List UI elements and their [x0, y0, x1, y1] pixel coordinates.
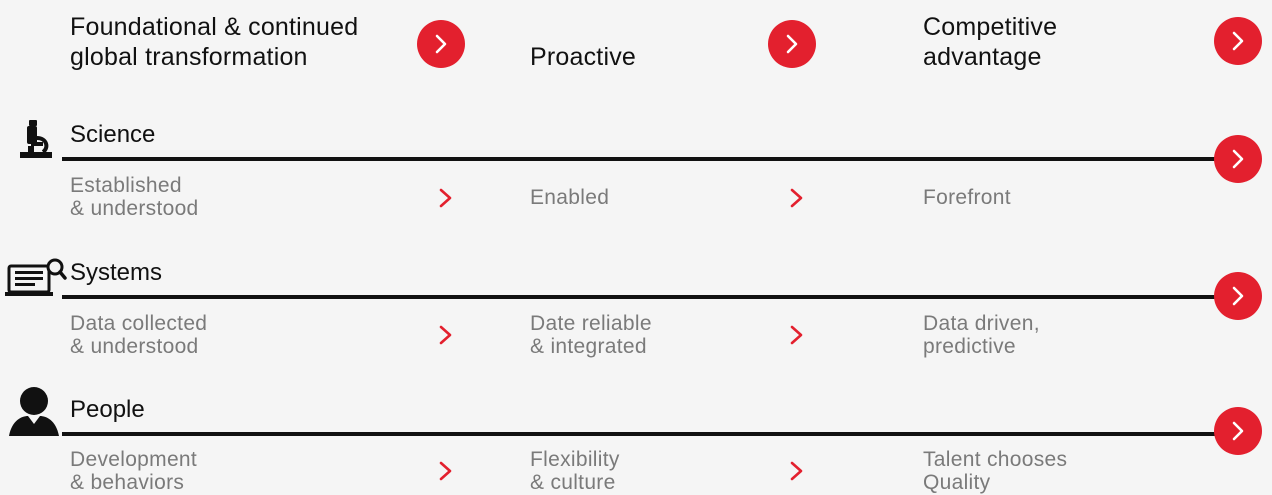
chevron-right-icon — [1232, 421, 1244, 441]
item-line: & understood — [70, 335, 199, 358]
item-line: Quality — [923, 471, 991, 494]
next-stage-button[interactable] — [768, 20, 816, 68]
chevron-right-icon — [1232, 31, 1244, 51]
next-stage-button[interactable] — [1214, 272, 1262, 320]
next-stage-button[interactable] — [1214, 407, 1262, 455]
chevron-right-icon — [790, 188, 803, 208]
science-stage-1: Established & understood — [70, 174, 199, 220]
people-stage-2: Flexibility & culture — [530, 448, 620, 494]
people-stage-1: Development & behaviors — [70, 448, 197, 494]
item-line: predictive — [923, 335, 1016, 358]
divider — [62, 295, 1220, 299]
item-line: & culture — [530, 471, 616, 494]
divider — [62, 432, 1220, 436]
stage-title-proactive: Proactive — [530, 42, 636, 72]
item-line: Date reliable — [530, 312, 652, 335]
next-stage-button[interactable] — [1214, 17, 1262, 65]
item-line: Forefront — [923, 186, 1011, 209]
chevron-right-icon — [786, 34, 798, 54]
stage-title-competitive: Competitive advantage — [923, 12, 1057, 72]
chevron-right-icon — [439, 188, 452, 208]
science-stage-2: Enabled — [530, 186, 609, 209]
category-label-people: People — [70, 396, 145, 423]
chevron-right-icon — [1232, 149, 1244, 169]
item-line: & integrated — [530, 335, 647, 358]
chevron-right-icon — [790, 461, 803, 481]
item-line: & understood — [70, 197, 199, 220]
divider — [62, 157, 1220, 161]
chevron-right-icon — [439, 461, 452, 481]
item-line: Development — [70, 448, 198, 471]
item-line: & behaviors — [70, 471, 185, 494]
item-line: Data driven, — [923, 312, 1040, 335]
stage-title-line: Competitive — [923, 13, 1058, 41]
stage-title-line: Proactive — [530, 43, 637, 71]
item-line: Flexibility — [530, 448, 620, 471]
stage-title-foundational: Foundational & continued global transfor… — [70, 12, 358, 72]
person-icon — [8, 386, 60, 436]
next-stage-button[interactable] — [417, 20, 465, 68]
systems-stage-1: Data collected & understood — [70, 312, 207, 358]
science-stage-3: Forefront — [923, 186, 1011, 209]
chevron-right-icon — [790, 325, 803, 345]
item-line: Enabled — [530, 186, 610, 209]
stage-title-line: advantage — [923, 43, 1042, 71]
systems-stage-2: Date reliable & integrated — [530, 312, 652, 358]
next-stage-button[interactable] — [1214, 135, 1262, 183]
item-line: Established — [70, 174, 182, 197]
computer-search-icon — [5, 256, 67, 298]
item-line: Talent chooses — [923, 448, 1068, 471]
systems-stage-3: Data driven, predictive — [923, 312, 1040, 358]
category-label-systems: Systems — [70, 259, 163, 286]
category-label-science: Science — [70, 121, 156, 148]
stage-title-line: global transformation — [70, 43, 308, 71]
people-stage-3: Talent chooses Quality — [923, 448, 1067, 494]
microscope-icon — [16, 118, 56, 162]
chevron-right-icon — [435, 34, 447, 54]
chevron-right-icon — [439, 325, 452, 345]
stage-title-line: Foundational & continued — [70, 13, 359, 41]
chevron-right-icon — [1232, 286, 1244, 306]
item-line: Data collected — [70, 312, 208, 335]
